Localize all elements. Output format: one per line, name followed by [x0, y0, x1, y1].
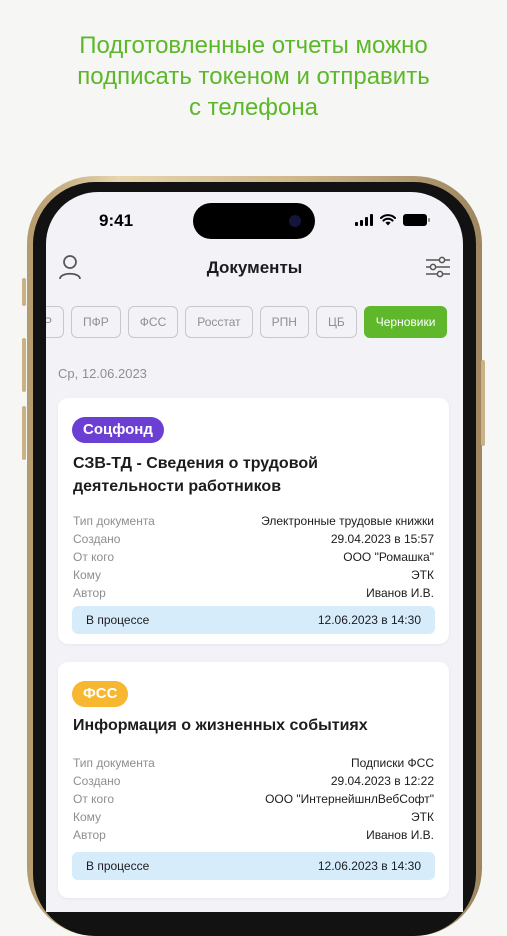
page-title: Документы: [206, 258, 303, 277]
detail-row: Автор Иванов И.В.: [73, 826, 434, 844]
phone-power-button: [481, 360, 485, 446]
status-badge: В процессе 12.06.2023 в 14:30: [72, 852, 435, 880]
detail-value: ООО "ИнтернейшнлВебСофт": [265, 792, 434, 806]
detail-label: Кому: [73, 568, 102, 582]
document-title-line-1: СЗВ-ТД - Сведения о трудовой: [73, 455, 318, 472]
detail-label: Создано: [73, 532, 121, 546]
phone-mute-switch: [22, 278, 26, 306]
document-card[interactable]: ФСС Информация о жизненных событиях Тип …: [58, 662, 449, 898]
battery-icon: [403, 214, 430, 226]
camera-icon: [289, 215, 301, 227]
detail-row: Создано 29.04.2023 в 12:22: [73, 772, 434, 790]
detail-value: 29.04.2023 в 15:57: [330, 532, 434, 546]
detail-row: Автор Иванов И.В.: [73, 584, 434, 602]
document-title: СЗВ-ТД - Сведения о трудовой деятельност…: [73, 452, 435, 498]
chip-pfr[interactable]: ПФР: [71, 306, 121, 338]
detail-label: Автор: [73, 586, 106, 600]
status-date: 12.06.2023 в 14:30: [317, 859, 421, 873]
document-title-line-1: Информация о жизненных событиях: [73, 717, 368, 734]
date-header: Ср, 12.06.2023: [58, 366, 147, 381]
chip-r[interactable]: Р: [46, 306, 65, 338]
nav-bar: Документы: [46, 254, 463, 284]
detail-label: Создано: [73, 774, 121, 788]
chip-cb[interactable]: ЦБ: [315, 306, 357, 338]
dynamic-island: [193, 203, 315, 239]
detail-row: Тип документа Подписки ФСС: [73, 754, 434, 772]
document-details: Тип документа Подписки ФСС Создано 29.04.2…: [73, 754, 434, 844]
document-tag: ФСС: [72, 681, 129, 707]
detail-value: Подписки ФСС: [351, 756, 434, 770]
detail-label: Автор: [73, 828, 106, 842]
phone-volume-down: [22, 406, 26, 460]
signal-icon: [355, 214, 373, 226]
detail-row: Создано 29.04.2023 в 15:57: [73, 530, 434, 548]
document-tag: Соцфонд: [72, 417, 164, 443]
detail-value: ООО "Ромашка": [343, 550, 434, 564]
detail-value: Электронные трудовые книжки: [261, 514, 434, 528]
status-time: 9:41: [99, 211, 134, 230]
status-date: 12.06.2023 в 14:30: [317, 613, 421, 627]
promo-line-1: Подготовленные отчеты можно: [79, 32, 428, 59]
filter-sliders-icon[interactable]: [425, 256, 451, 278]
detail-row: Тип документа Электронные трудовые книжки: [73, 512, 434, 530]
detail-label: Тип документа: [73, 756, 155, 770]
wifi-icon: [380, 214, 396, 226]
document-title: Информация о жизненных событиях: [73, 714, 435, 737]
status-icons: [355, 214, 430, 226]
chip-drafts[interactable]: Черновики: [363, 306, 448, 338]
status-label: В процессе: [86, 859, 150, 873]
status-label: В процессе: [86, 613, 150, 627]
document-card[interactable]: Соцфонд СЗВ-ТД - Сведения о трудовой дея…: [58, 398, 449, 644]
chip-rosstat[interactable]: Росстат: [185, 306, 253, 338]
status-badge: В процессе 12.06.2023 в 14:30: [72, 606, 435, 634]
detail-row: Кому ЭТК: [73, 808, 434, 826]
detail-label: От кого: [73, 792, 115, 806]
promo-headline: Подготовленные отчеты можно подписать то…: [0, 30, 507, 123]
detail-label: Тип документа: [73, 514, 155, 528]
chip-rpn[interactable]: РПН: [259, 306, 309, 338]
promo-line-2: подписать токеном и отправить: [77, 63, 430, 90]
detail-row: От кого ООО "ИнтернейшнлВебСофт": [73, 790, 434, 808]
filter-chips: Р ПФР ФСС Росстат РПН ЦБ Черновики: [46, 306, 448, 338]
detail-value: Иванов И.В.: [366, 586, 434, 600]
document-details: Тип документа Электронные трудовые книжки…: [73, 512, 434, 602]
detail-value: ЭТК: [411, 810, 434, 824]
detail-value: ЭТК: [411, 568, 434, 582]
chip-fss[interactable]: ФСС: [127, 306, 179, 338]
app-screen: 9:41 Документы Р ПФР ФСС Росстат РПН ЦБ …: [46, 192, 463, 912]
detail-row: Кому ЭТК: [73, 566, 434, 584]
detail-row: От кого ООО "Ромашка": [73, 548, 434, 566]
detail-label: От кого: [73, 550, 115, 564]
detail-value: Иванов И.В.: [366, 828, 434, 842]
detail-value: 29.04.2023 в 12:22: [330, 774, 434, 788]
phone-volume-up: [22, 338, 26, 392]
document-title-line-2: деятельности работников: [73, 478, 282, 495]
promo-line-3: с телефона: [189, 94, 318, 121]
detail-label: Кому: [73, 810, 102, 824]
